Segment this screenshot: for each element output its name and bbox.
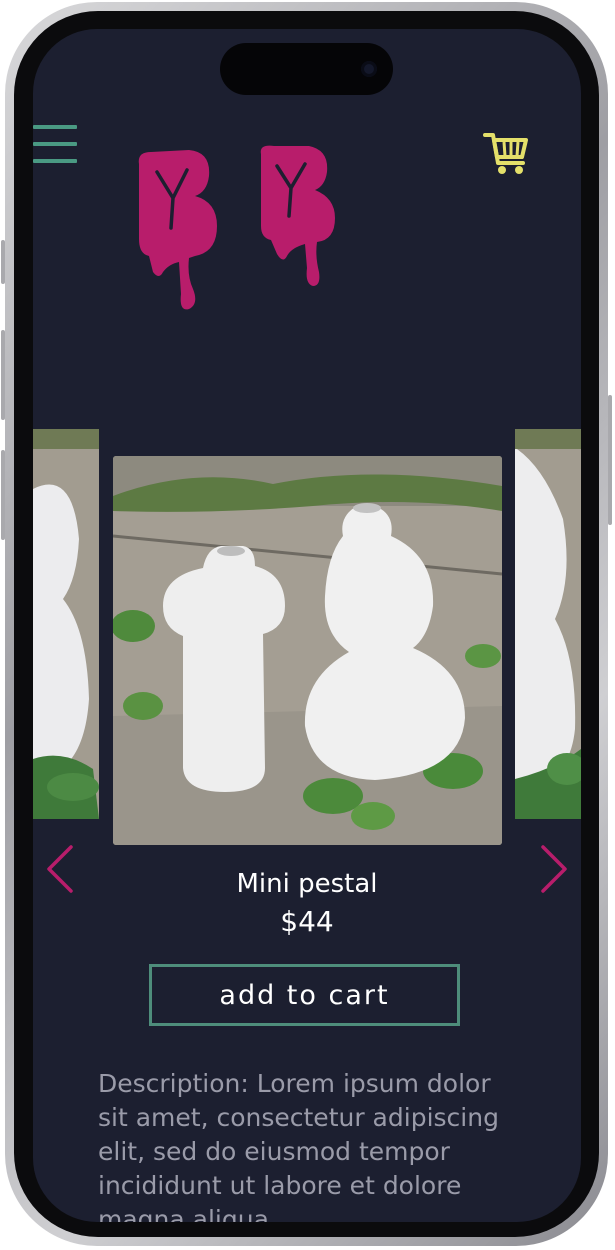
app-screen: Mini pestal $44 add to cart Description:… [33, 29, 581, 1222]
product-image-main[interactable] [113, 456, 502, 845]
previous-product-image[interactable] [33, 429, 99, 819]
shopping-cart-icon[interactable] [483, 129, 529, 177]
silent-switch [1, 450, 5, 540]
product-description: Description: Lorem ipsum dolor sit amet,… [98, 1069, 499, 1222]
volume-down-button [1, 330, 5, 420]
brand-logo[interactable] [129, 144, 349, 334]
add-to-cart-button[interactable]: add to cart [149, 964, 460, 1026]
front-camera [361, 61, 377, 77]
volume-up-button [1, 240, 5, 284]
product-name: Mini pestal [236, 869, 378, 899]
hamburger-menu-icon[interactable] [33, 125, 77, 165]
menu-line [33, 159, 77, 163]
next-product-image[interactable] [515, 429, 581, 819]
product-price: $44 [280, 905, 334, 938]
menu-line [33, 125, 77, 129]
menu-line [33, 142, 77, 146]
product-carousel[interactable] [33, 429, 581, 845]
dynamic-island [220, 43, 393, 95]
power-button [608, 395, 612, 525]
